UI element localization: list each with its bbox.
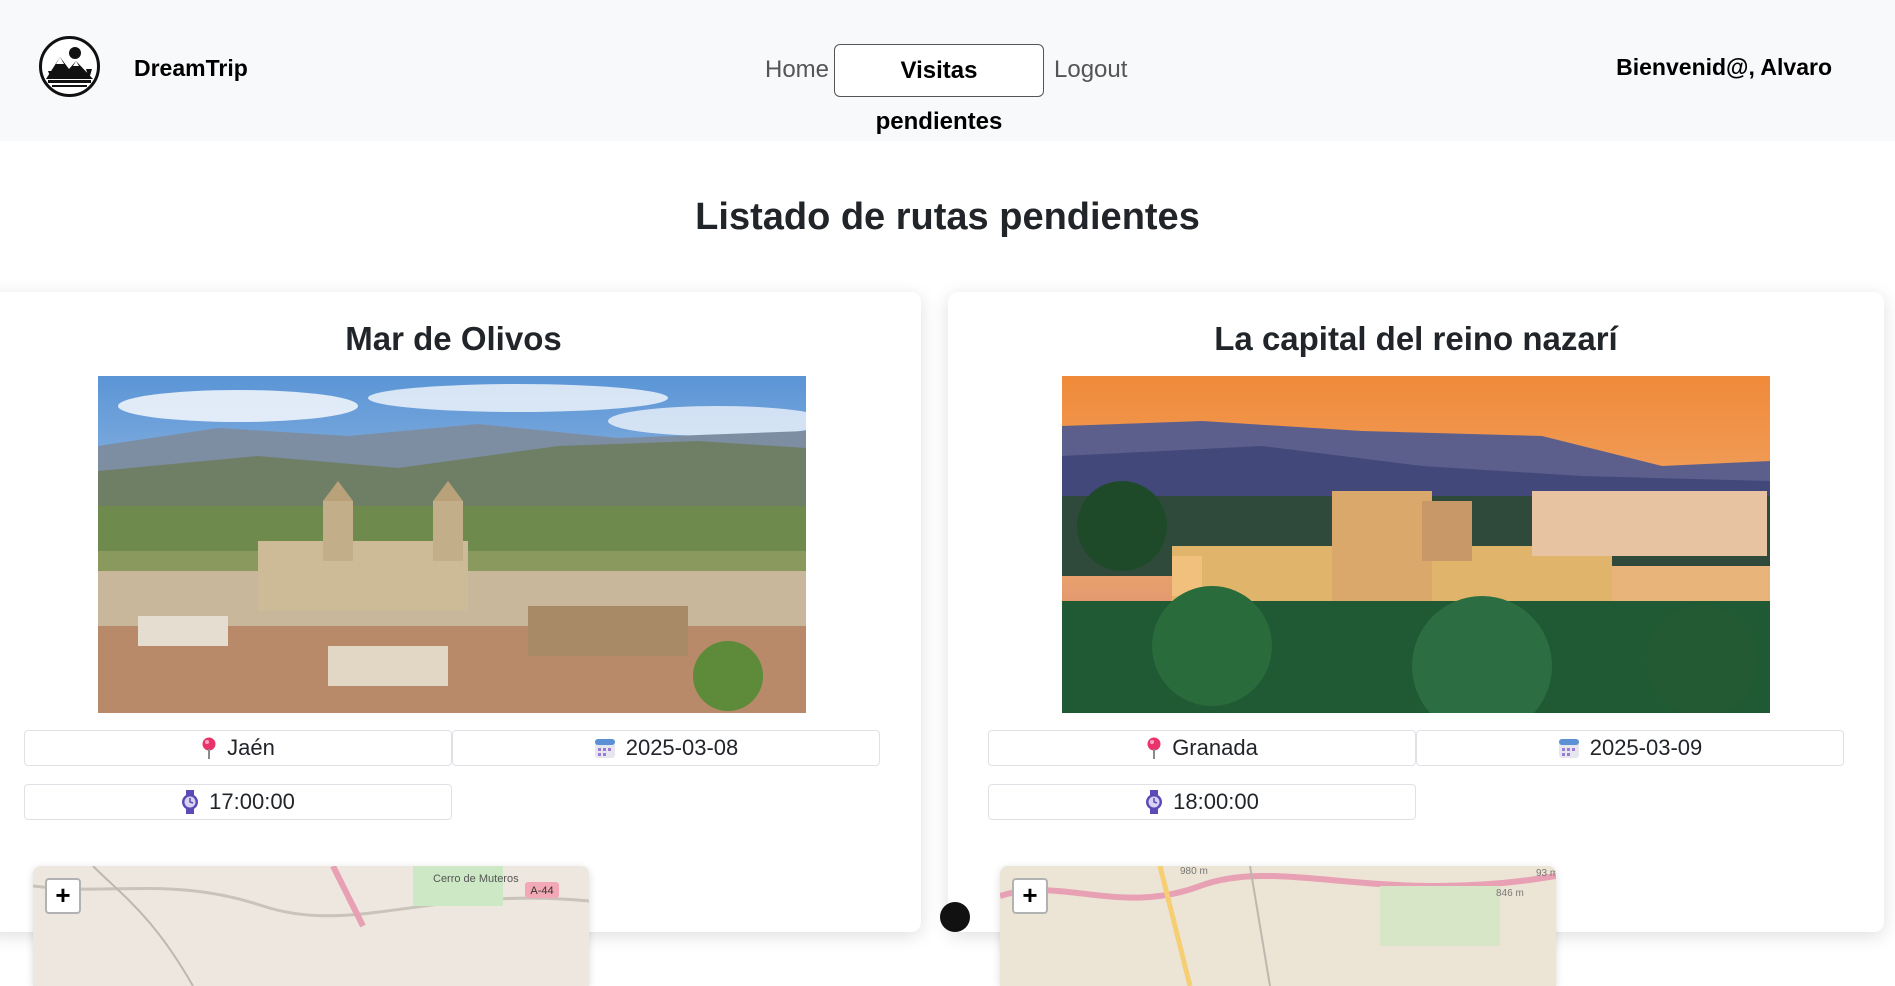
time-field: 18:00:00	[988, 784, 1416, 820]
nav-logout-link[interactable]: Logout	[1054, 55, 1127, 85]
pin-icon	[201, 737, 217, 759]
floating-button[interactable]	[940, 902, 970, 932]
location-text: Granada	[1172, 735, 1258, 760]
location-field: Granada	[988, 730, 1416, 766]
route-title: La capital del reino nazarí	[1214, 320, 1618, 357]
route-image-jaen	[98, 376, 806, 713]
watch-icon	[181, 790, 199, 814]
location-field: Jaén	[24, 730, 452, 766]
date-text: 2025-03-08	[625, 735, 739, 760]
nav-pending-visits-link[interactable]: Visitas pendientes	[834, 44, 1044, 135]
route-card: La capital del reino nazarí Granada 2025…	[948, 292, 1884, 986]
time-field: 17:00:00	[24, 784, 452, 820]
time-text: 18:00:00	[1173, 789, 1259, 814]
page-title: Listado de rutas pendientes	[695, 196, 1200, 238]
route-image-granada	[1062, 376, 1770, 713]
map-elevation-label: 980 m	[1180, 866, 1208, 877]
navbar: DreamTrip Home Visitas pendientes Logout…	[0, 0, 1895, 141]
pin-icon	[1146, 737, 1162, 759]
zoom-in-button[interactable]: +	[45, 878, 81, 914]
calendar-icon	[594, 737, 616, 759]
map-elevation-label: 846 m	[1496, 888, 1524, 899]
mountain-logo-icon[interactable]	[39, 36, 100, 97]
route-title: Mar de Olivos	[345, 320, 562, 357]
welcome-message: Bienvenid@, Alvaro	[1616, 54, 1832, 80]
zoom-in-button[interactable]: +	[1012, 878, 1048, 914]
nav-home-link[interactable]: Home	[765, 55, 829, 85]
date-field: 2025-03-09	[1416, 730, 1844, 766]
location-text: Jaén	[227, 735, 275, 760]
map-elevation-label: 93 m	[1536, 868, 1556, 879]
watch-icon	[1145, 790, 1163, 814]
brand-name[interactable]: DreamTrip	[134, 55, 248, 82]
route-map[interactable]: 980 m 93 m 846 m +	[1000, 866, 1556, 986]
calendar-icon	[1558, 737, 1580, 759]
map-road-label: A-44	[530, 885, 553, 897]
time-text: 17:00:00	[209, 789, 295, 814]
route-map[interactable]: A-44 Cerro de Muteros +	[33, 866, 589, 986]
date-field: 2025-03-08	[452, 730, 880, 766]
date-text: 2025-03-09	[1589, 735, 1703, 760]
route-card: Mar de Olivos Jaén 2025-03-08 17:00:00 A…	[0, 292, 921, 986]
map-place-label: Cerro de Muteros	[433, 873, 519, 885]
